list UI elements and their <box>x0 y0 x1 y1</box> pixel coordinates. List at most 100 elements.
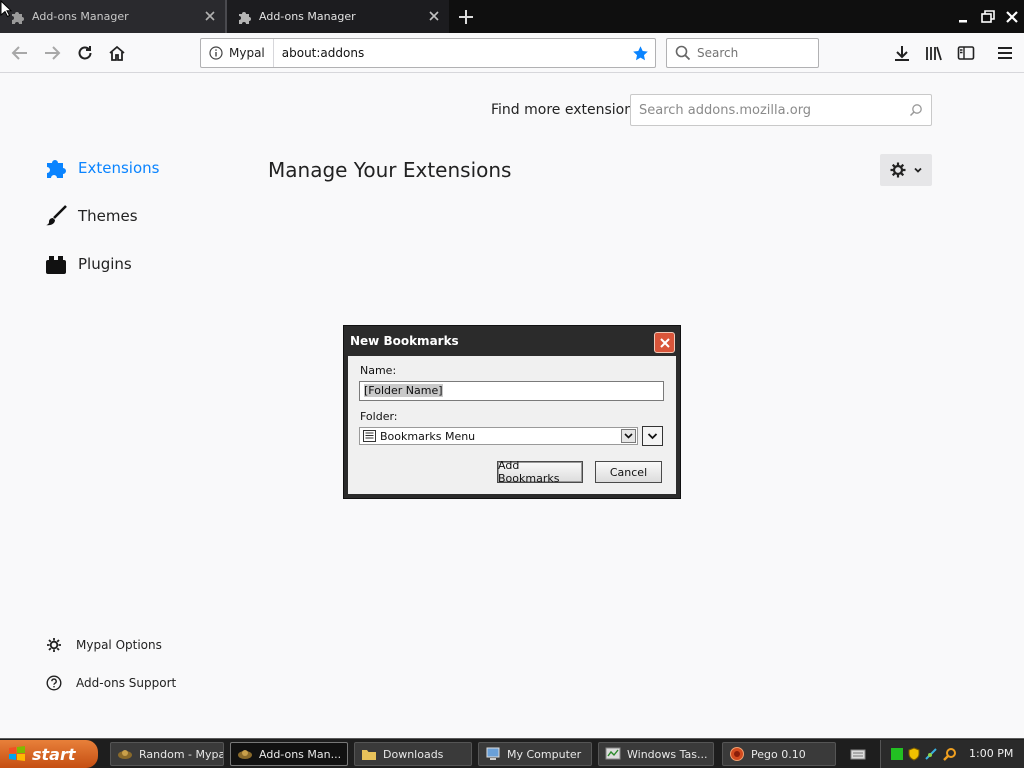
dialog-close-button[interactable] <box>654 332 675 353</box>
addons-search-placeholder: Search addons.mozilla.org <box>639 102 812 118</box>
start-label: start <box>32 744 76 764</box>
addons-support-link[interactable]: Add-ons Support <box>46 675 176 691</box>
keyboard-icon[interactable] <box>850 747 866 761</box>
sidebar-button[interactable] <box>954 41 978 65</box>
security-shield-icon[interactable] <box>907 747 921 761</box>
help-icon <box>46 675 62 691</box>
tab-title: Add-ons Manager <box>32 10 129 23</box>
status-green-icon[interactable] <box>890 747 904 761</box>
page-heading: Manage Your Extensions <box>268 158 512 182</box>
home-icon <box>109 45 125 61</box>
tab-addons-manager-1[interactable]: Add-ons Manager <box>0 0 225 33</box>
dialog-body: Name: [Folder Name] Folder: Bookmarks Me… <box>348 356 676 494</box>
minimize-icon[interactable] <box>952 6 974 28</box>
folder-value: Bookmarks Menu <box>380 429 476 443</box>
link-label: Mypal Options <box>76 638 162 652</box>
mypal-icon <box>118 750 132 759</box>
category-label: Extensions <box>78 159 160 177</box>
search-tray-icon[interactable] <box>943 747 957 761</box>
add-bookmarks-button[interactable]: Add Bookmarks <box>497 459 583 485</box>
mypal-options-link[interactable]: Mypal Options <box>46 637 162 653</box>
url-bar[interactable]: Mypal about:addons <box>200 38 656 68</box>
gear-icon <box>47 638 61 652</box>
name-value: [Folder Name] <box>364 384 443 397</box>
category-extensions[interactable]: Extensions <box>44 156 159 180</box>
search-icon <box>675 45 691 61</box>
task-label: Random - Mypal <box>139 747 224 761</box>
chevron-down-icon <box>624 433 633 439</box>
windows-logo-icon <box>9 746 25 761</box>
folder-dropdown-button[interactable] <box>621 429 636 443</box>
task-random-mypal[interactable]: Random - Mypal <box>110 742 224 766</box>
task-label: Add-ons Man... <box>259 747 342 761</box>
clock: 1:00 PM <box>969 747 1014 760</box>
name-field[interactable]: [Folder Name] <box>359 381 664 401</box>
url-text[interactable]: about:addons <box>274 46 364 60</box>
back-button[interactable] <box>8 41 32 65</box>
tools-menu-button[interactable] <box>880 154 932 186</box>
category-themes[interactable]: Themes <box>44 204 138 228</box>
addons-search-input[interactable]: Search addons.mozilla.org <box>630 94 932 126</box>
identity-label: Mypal <box>229 46 265 60</box>
task-label: My Computer <box>507 747 582 761</box>
task-label: Windows Tas... <box>627 747 708 761</box>
info-icon <box>209 46 223 60</box>
task-label: Pego 0.10 <box>751 747 806 761</box>
navigation-toolbar: Mypal about:addons Search <box>0 33 1024 73</box>
restore-icon[interactable] <box>977 6 999 28</box>
downloads-button[interactable] <box>890 41 914 65</box>
new-tab-icon[interactable] <box>455 6 477 28</box>
tab-strip: Add-ons Manager Add-ons Manager <box>0 0 1024 33</box>
search-icon <box>909 104 922 117</box>
close-tab-icon[interactable] <box>203 9 217 23</box>
gear-icon <box>890 162 906 178</box>
reload-button[interactable] <box>73 41 97 65</box>
pego-icon <box>730 747 744 761</box>
hamburger-menu-icon <box>998 47 1012 59</box>
task-addons-manager[interactable]: Add-ons Man... <box>230 742 348 766</box>
folder-icon <box>362 750 376 760</box>
back-arrow-icon <box>11 46 27 60</box>
system-tray: 1:00 PM <box>880 740 1024 768</box>
puzzle-icon <box>239 11 251 24</box>
category-plugins[interactable]: Plugins <box>44 252 132 276</box>
network-icon[interactable] <box>924 747 938 761</box>
download-icon <box>895 46 909 61</box>
search-placeholder: Search <box>697 46 739 60</box>
name-label: Name: <box>360 364 397 377</box>
home-button[interactable] <box>105 41 129 65</box>
sidebar-icon <box>957 46 975 60</box>
task-downloads[interactable]: Downloads <box>354 742 472 766</box>
new-bookmarks-dialog: New Bookmarks Name: [Folder Name] Folder… <box>343 325 681 499</box>
menu-button[interactable] <box>993 41 1017 65</box>
task-windows-task-manager[interactable]: Windows Tas... <box>598 742 714 766</box>
close-window-icon[interactable] <box>1001 6 1023 28</box>
expand-folders-button[interactable] <box>642 426 663 446</box>
computer-icon <box>486 747 500 760</box>
site-identity-button[interactable]: Mypal <box>201 39 274 67</box>
forward-arrow-icon <box>45 46 61 60</box>
puzzle-icon <box>47 160 66 178</box>
forward-button[interactable] <box>40 41 64 65</box>
close-icon <box>659 337 670 348</box>
search-bar[interactable]: Search <box>666 38 819 68</box>
cancel-button[interactable]: Cancel <box>595 461 662 483</box>
task-label: Downloads <box>383 747 444 761</box>
task-manager-icon <box>605 747 621 760</box>
start-button[interactable]: start <box>0 740 98 768</box>
puzzle-icon <box>12 11 24 24</box>
category-label: Themes <box>78 207 138 225</box>
close-tab-icon[interactable] <box>427 9 441 23</box>
task-my-computer[interactable]: My Computer <box>478 742 592 766</box>
chevron-down-icon <box>647 432 658 439</box>
tab-addons-manager-2[interactable]: Add-ons Manager <box>227 0 449 33</box>
folder-select[interactable]: Bookmarks Menu <box>359 427 638 445</box>
windows-taskbar: start Random - Mypal Add-ons Man... Down… <box>0 738 1024 768</box>
task-pego[interactable]: Pego 0.10 <box>722 742 836 766</box>
reload-icon <box>78 46 92 60</box>
category-label: Plugins <box>78 255 132 273</box>
library-button[interactable] <box>922 41 946 65</box>
mouse-cursor-icon <box>0 0 12 18</box>
library-icon <box>926 46 942 61</box>
bookmark-star-icon[interactable] <box>632 45 649 62</box>
